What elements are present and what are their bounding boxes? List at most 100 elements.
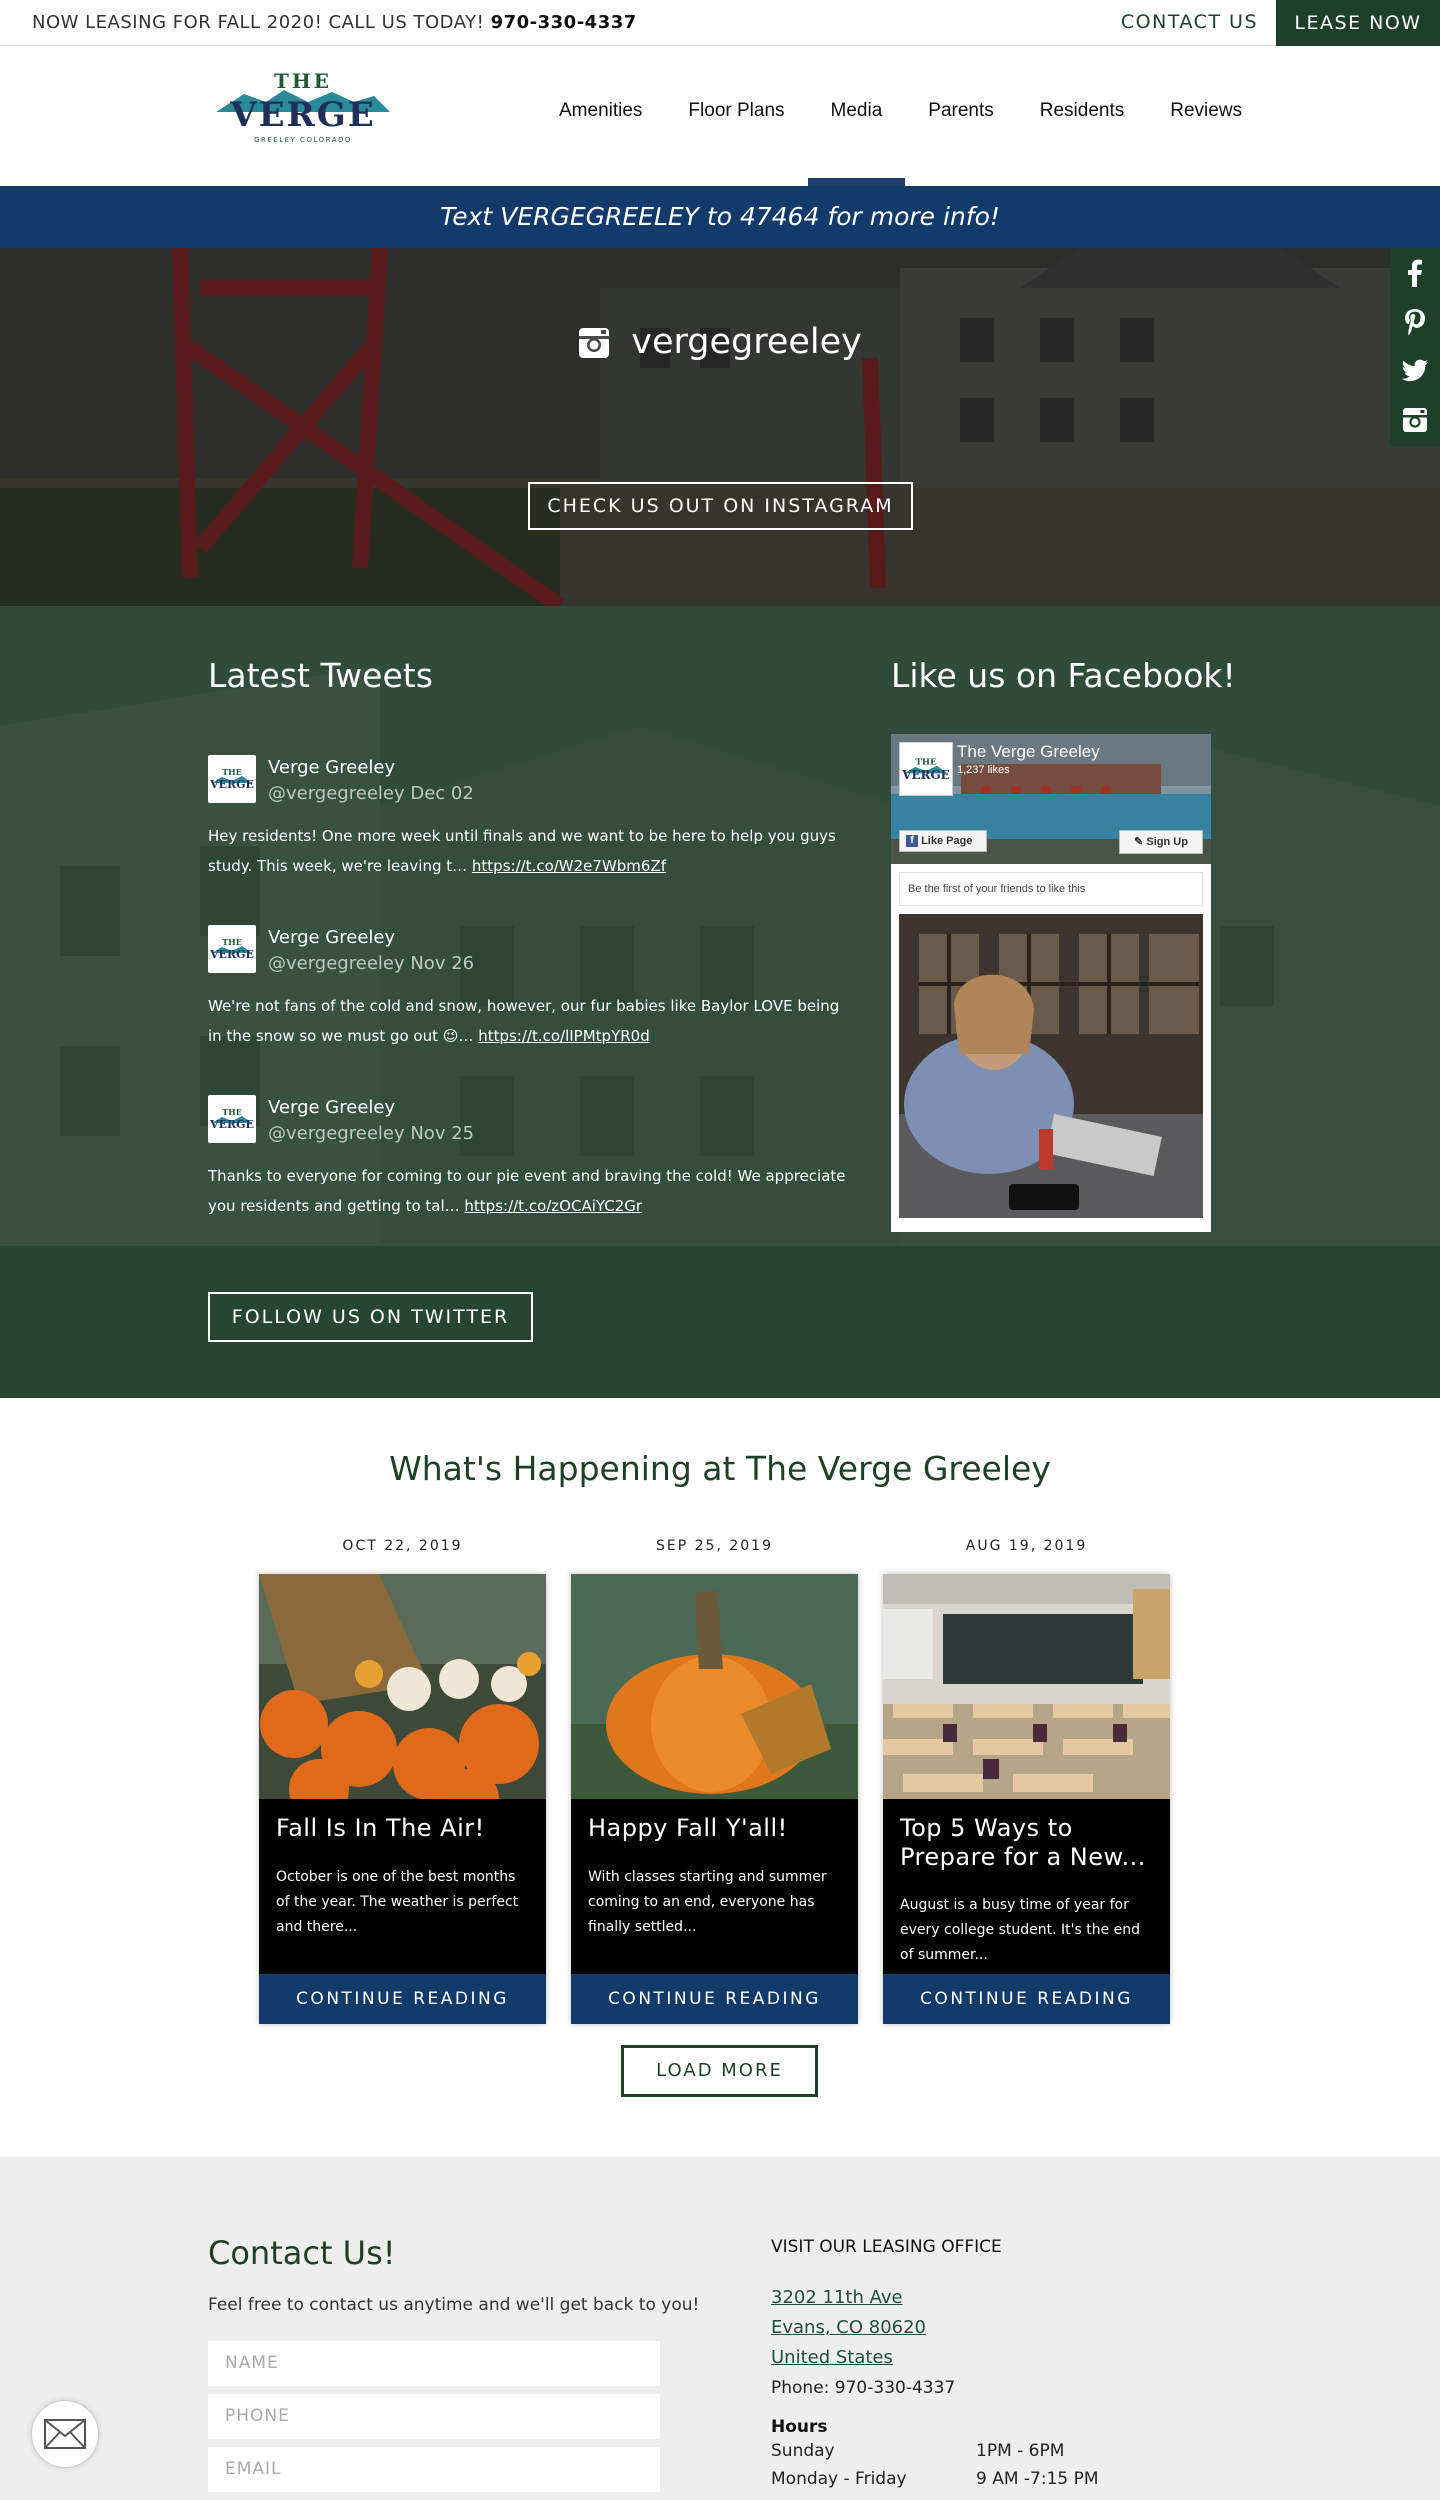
lease-now-button[interactable]: LEASE NOW (1276, 0, 1440, 46)
continue-reading-button[interactable]: CONTINUE READING (883, 1974, 1170, 2024)
facebook-signup-button[interactable]: ✎ Sign Up (1119, 830, 1203, 854)
top-bar: NOW LEASING FOR FALL 2020! CALL US TODAY… (0, 0, 1440, 46)
facebook-friends-text: Be the first of your friends to like thi… (899, 872, 1203, 906)
tweet-text: Thanks to everyone for coming to our pie… (208, 1161, 848, 1221)
pencil-icon: ✎ (1134, 836, 1144, 848)
tweet-author[interactable]: Verge Greeley (268, 1097, 395, 1118)
hours-day: Sunday (771, 2441, 835, 2461)
nav-parents[interactable]: Parents (905, 46, 1016, 186)
pinterest-icon[interactable] (1390, 297, 1440, 346)
continue-reading-button[interactable]: CONTINUE READING (259, 1974, 546, 2024)
facebook-icon[interactable] (1390, 248, 1440, 297)
svg-text:VERGE: VERGE (209, 1118, 254, 1131)
verge-logo[interactable]: THE VERGE GREELEY COLORADO (214, 68, 392, 148)
facebook-heading: Like us on Facebook! (891, 656, 1236, 695)
post-card[interactable]: Happy Fall Y'all! With classes starting … (571, 1574, 858, 2024)
post-image-classroom[interactable] (883, 1574, 1170, 1799)
nav-amenities[interactable]: Amenities (536, 46, 665, 186)
address-line[interactable]: United States (771, 2343, 1191, 2373)
news-post: AUG 19, 2019 Top 5 Ways to Prepare for a… (883, 1538, 1170, 2024)
instagram-hero: vergegreeley CHECK US OUT ON INSTAGRAM (0, 248, 1440, 606)
post-image-pumpkin[interactable] (571, 1574, 858, 1799)
main-nav: Amenities Floor Plans Media Parents Resi… (536, 46, 1265, 186)
instagram-button[interactable]: CHECK US OUT ON INSTAGRAM (528, 482, 913, 530)
facebook-like-label: Like Page (921, 835, 973, 847)
tweet: THE VERGE Verge Greeley @vergegreeley Nov… (208, 1095, 848, 1235)
facebook-widget: THE VERGE The Verge Greeley 1,237 likes f… (891, 734, 1211, 1232)
contact-heading: Contact Us! (208, 2234, 396, 2272)
hours-row: Monday - Friday 9 AM -7:15 PM (771, 2465, 1191, 2493)
svg-text:VERGE: VERGE (209, 778, 254, 791)
leasing-office-info: VISIT OUR LEASING OFFICE 3202 11th Ave E… (771, 2237, 1191, 2493)
tweet-text: We're not fans of the cold and snow, how… (208, 991, 848, 1051)
instagram-icon (579, 328, 610, 358)
tweet-author[interactable]: Verge Greeley (268, 757, 395, 778)
tweet-text: Hey residents! One more week until final… (208, 821, 848, 881)
office-phone: Phone: 970-330-4337 (771, 2378, 956, 2398)
svg-text:VERGE: VERGE (901, 768, 949, 782)
tweet-handle-date: @vergegreeley Nov 26 (268, 953, 475, 974)
tweet-author[interactable]: Verge Greeley (268, 927, 395, 948)
name-field[interactable]: NAME (208, 2341, 660, 2386)
nav-reviews[interactable]: Reviews (1147, 46, 1265, 186)
post-title[interactable]: Happy Fall Y'all! (588, 1814, 848, 1843)
facebook-page-name[interactable]: The Verge Greeley (957, 742, 1100, 762)
address-line[interactable]: Evans, CO 80620 (771, 2313, 1191, 2343)
office-heading: VISIT OUR LEASING OFFICE (771, 2237, 1002, 2257)
facebook-signup-label: Sign Up (1146, 836, 1188, 848)
instagram-handle: vergegreeley (631, 322, 862, 362)
continue-reading-button[interactable]: CONTINUE READING (571, 1974, 858, 2024)
promo-text: NOW LEASING FOR FALL 2020! CALL US TODAY… (32, 12, 637, 33)
hours-time: 9 AM -7:15 PM (976, 2469, 1099, 2489)
social-feeds-section: Latest Tweets Like us on Facebook! THE VE… (0, 606, 1440, 1398)
post-excerpt: October is one of the best months of the… (276, 1869, 519, 1935)
site-header: THE VERGE GREELEY COLORADO Amenities Flo… (0, 46, 1440, 186)
logo-line-3: GREELEY COLORADO (254, 136, 352, 144)
follow-twitter-button[interactable]: FOLLOW US ON TWITTER (208, 1292, 533, 1342)
nav-media[interactable]: Media (807, 46, 906, 186)
social-sidebar (1390, 248, 1440, 446)
post-date: OCT 22, 2019 (342, 1538, 463, 1554)
tweet-link[interactable]: https://t.co/W2e7Wbm6Zf (472, 857, 666, 875)
tweet-avatar[interactable]: THE VERGE (208, 925, 256, 973)
latest-tweets-heading: Latest Tweets (208, 656, 433, 695)
contact-intro: Feel free to contact us anytime and we'l… (208, 2295, 700, 2315)
post-excerpt: With classes starting and summer coming … (588, 1869, 827, 1935)
facebook-post-photo[interactable] (899, 914, 1203, 1218)
tweet-link[interactable]: https://t.co/lIPMtpYR0d (478, 1027, 650, 1045)
promo-phone[interactable]: 970-330-4337 (491, 12, 637, 33)
facebook-cover-image: THE VERGE The Verge Greeley 1,237 likes f… (891, 734, 1211, 864)
post-title[interactable]: Fall Is In The Air! (276, 1814, 536, 1843)
post-excerpt: August is a busy time of year for every … (900, 1897, 1141, 1963)
post-date: SEP 25, 2019 (656, 1538, 773, 1554)
twitter-icon[interactable] (1390, 346, 1440, 395)
instagram-handle-line[interactable]: vergegreeley (0, 322, 1440, 362)
nav-floor-plans[interactable]: Floor Plans (665, 46, 807, 186)
svg-text:THE: THE (222, 1107, 242, 1117)
contact-us-link[interactable]: CONTACT US (1121, 11, 1258, 33)
post-image-pumpkins[interactable] (259, 1574, 546, 1799)
svg-text:VERGE: VERGE (209, 948, 254, 961)
logo-line-1: THE (274, 69, 332, 93)
tweet-avatar[interactable]: THE VERGE (208, 755, 256, 803)
email-field[interactable]: EMAIL (208, 2447, 660, 2492)
post-date: AUG 19, 2019 (965, 1538, 1088, 1554)
contact-section: Contact Us! Feel free to contact us anyt… (0, 2157, 1440, 2500)
facebook-page-avatar[interactable]: THE VERGE (899, 742, 953, 796)
phone-field[interactable]: PHONE (208, 2394, 660, 2439)
address-line[interactable]: 3202 11th Ave (771, 2283, 1191, 2313)
post-title[interactable]: Top 5 Ways to Prepare for a New... (900, 1814, 1160, 1872)
svg-text:THE: THE (222, 937, 242, 947)
facebook-like-button[interactable]: f Like Page (899, 830, 987, 852)
news-post: SEP 25, 2019 Happy Fall Y'all! With clas… (571, 1538, 858, 2024)
mail-icon[interactable] (31, 2400, 99, 2468)
nav-residents[interactable]: Residents (1017, 46, 1148, 186)
post-card[interactable]: Top 5 Ways to Prepare for a New... Augus… (883, 1574, 1170, 2024)
tweet-avatar[interactable]: THE VERGE (208, 1095, 256, 1143)
load-more-button[interactable]: LOAD MORE (621, 2045, 818, 2097)
svg-text:THE: THE (222, 767, 242, 777)
post-card[interactable]: Fall Is In The Air! October is one of th… (259, 1574, 546, 2024)
tweet-link[interactable]: https://t.co/zOCAiYC2Gr (464, 1197, 642, 1215)
logo-line-2: VERGE (229, 95, 376, 135)
instagram-sidebar-icon[interactable] (1390, 395, 1440, 444)
